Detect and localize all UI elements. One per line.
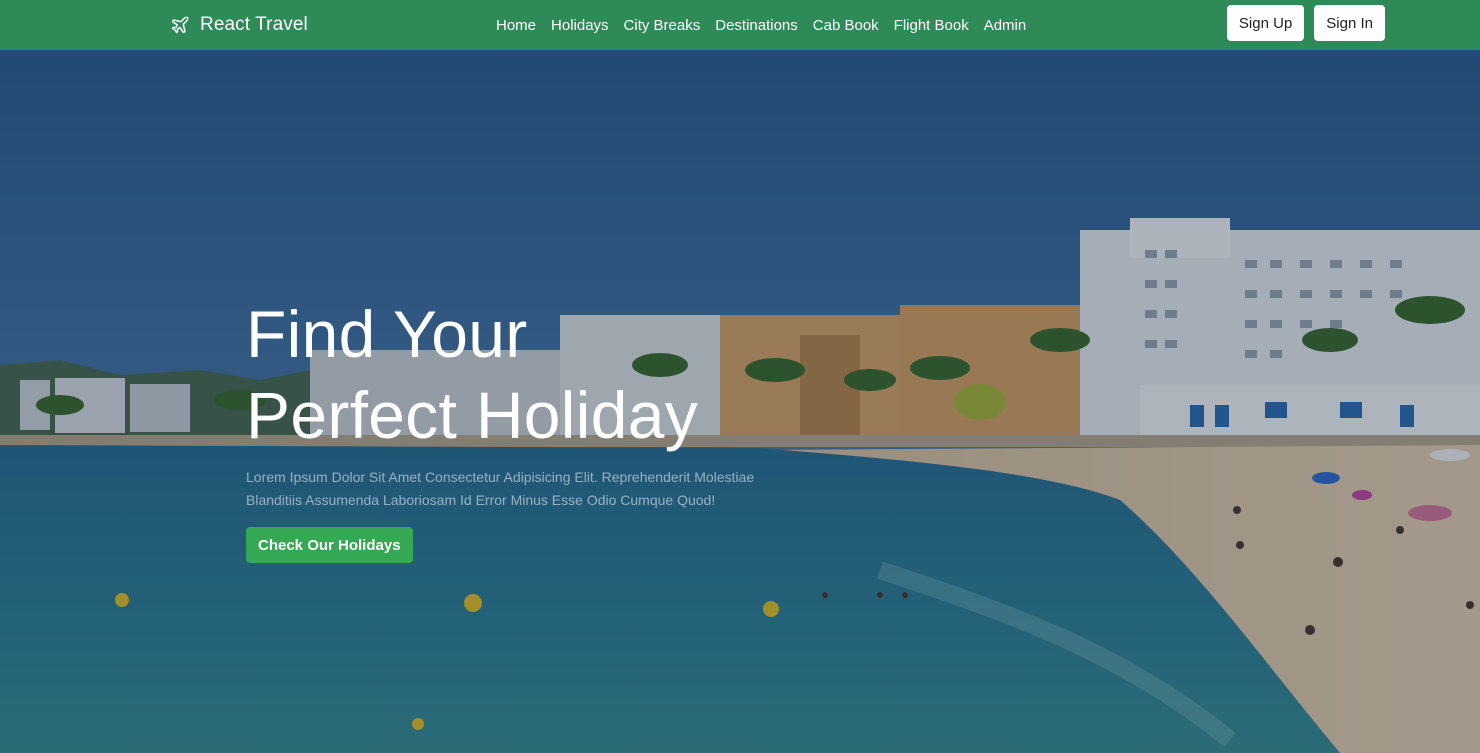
nav-link-flight-book[interactable]: Flight Book <box>894 17 969 34</box>
hero-title-line-1: Find Your <box>246 297 528 371</box>
sign-up-button[interactable]: Sign Up <box>1226 5 1305 41</box>
hero-title-line-2: Perfect Holiday <box>246 378 699 452</box>
airplane-icon <box>170 15 190 35</box>
hero-content: Find Your Perfect Holiday Lorem Ipsum Do… <box>246 294 786 563</box>
hero-section: Find Your Perfect Holiday Lorem Ipsum Do… <box>0 50 1480 753</box>
nav-link-city-breaks[interactable]: City Breaks <box>624 17 701 34</box>
brand-link[interactable]: React Travel <box>170 0 308 50</box>
hero-title: Find Your Perfect Holiday <box>246 294 786 456</box>
navbar: React Travel Home Holidays City Breaks D… <box>0 0 1480 50</box>
check-holidays-button[interactable]: Check Our Holidays <box>246 527 413 563</box>
hero-description: Lorem Ipsum Dolor Sit Amet Consectetur A… <box>246 469 755 508</box>
nav-link-holidays[interactable]: Holidays <box>551 17 609 34</box>
nav-links: Home Holidays City Breaks Destinations C… <box>496 0 1026 50</box>
nav-link-cab-book[interactable]: Cab Book <box>813 17 879 34</box>
nav-actions: Sign Up Sign In <box>1226 5 1385 41</box>
sign-in-button[interactable]: Sign In <box>1314 5 1385 41</box>
nav-link-admin[interactable]: Admin <box>984 17 1027 34</box>
brand-name: React Travel <box>200 14 308 35</box>
nav-link-destinations[interactable]: Destinations <box>715 17 798 34</box>
nav-link-home[interactable]: Home <box>496 17 536 34</box>
